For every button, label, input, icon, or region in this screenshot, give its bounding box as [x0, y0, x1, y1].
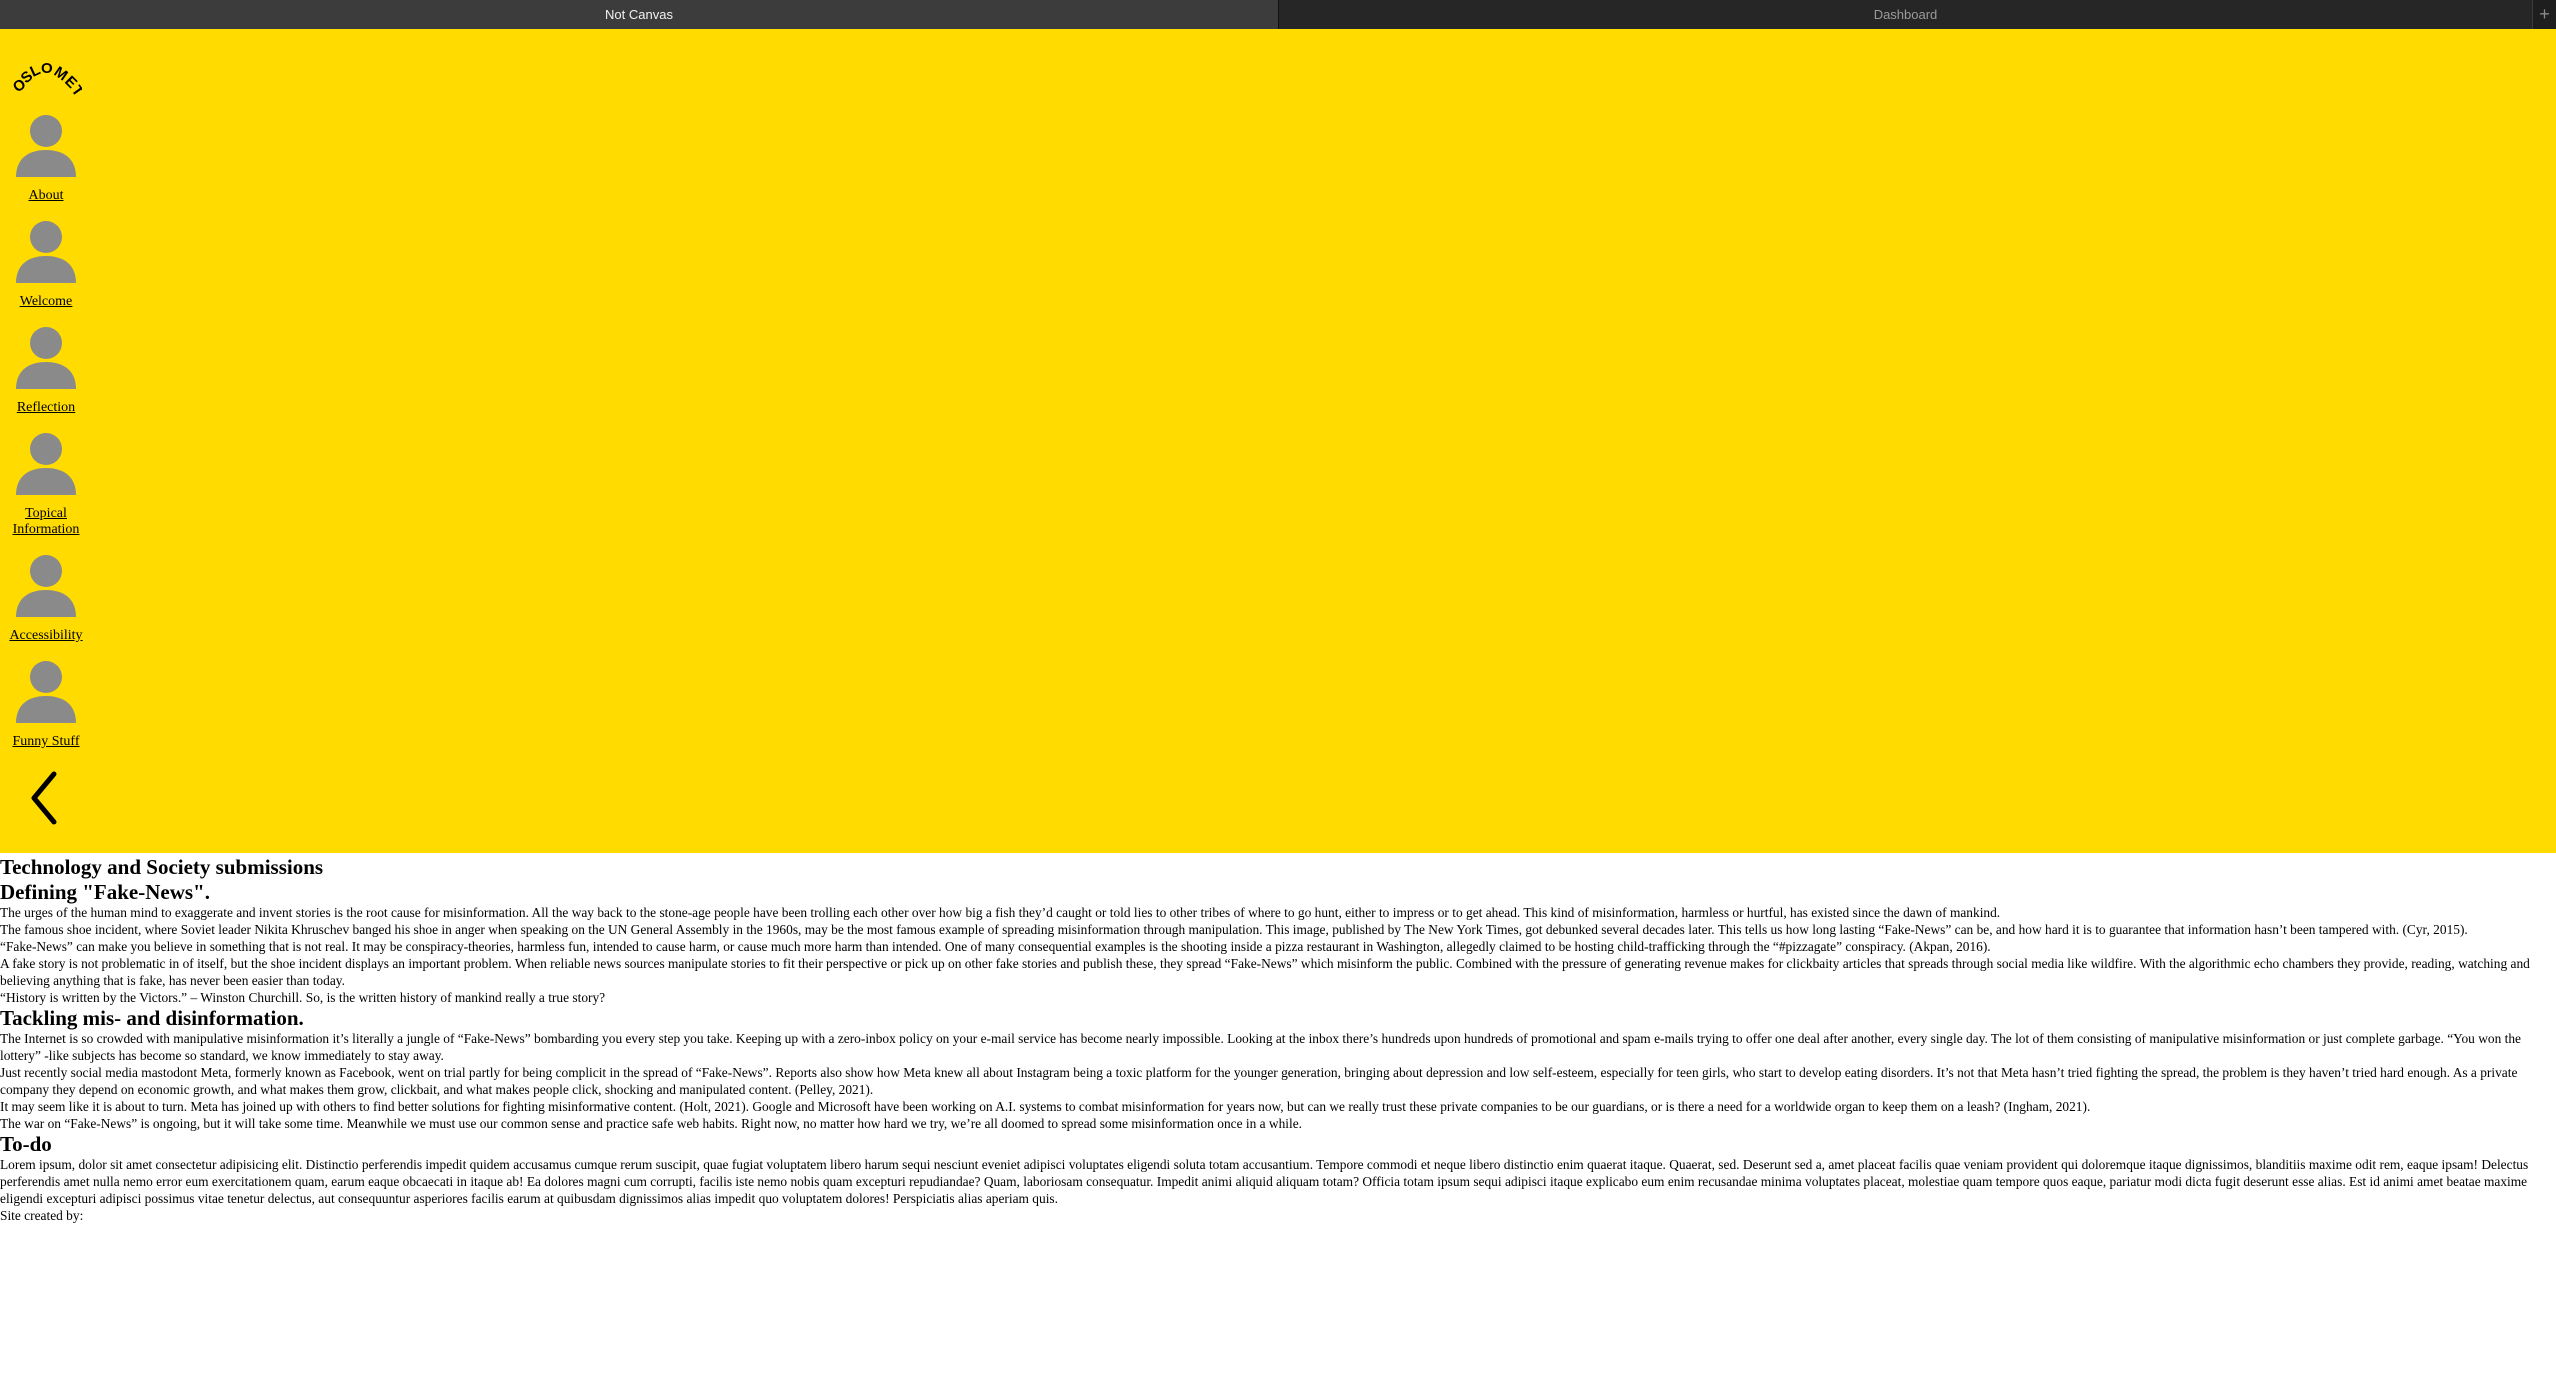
user-avatar-icon — [16, 115, 76, 177]
tab-dashboard[interactable]: Dashboard — [1279, 0, 2533, 29]
paragraph: The famous shoe incident, where Soviet l… — [0, 922, 2468, 937]
svg-text:O: O — [41, 60, 53, 77]
paragraph: The urges of the human mind to exaggerat… — [0, 905, 2001, 920]
nav-item-label: Welcome — [19, 294, 73, 309]
nav-item-funny-stuff[interactable]: Funny Stuff — [0, 659, 92, 750]
side-navigation: O S L O M E T About Welcome Reflection T… — [0, 29, 2556, 853]
paragraph: “History is written by the Victors.” – W… — [0, 990, 606, 1005]
section-to-do: To-do Lorem ipsum, dolor sit amet consec… — [0, 1132, 2556, 1207]
section-tackling-misinformation: Tackling mis- and disinformation. The In… — [0, 1006, 2556, 1132]
nav-item-accessibility[interactable]: Accessibility — [0, 553, 92, 644]
section-heading: Defining "Fake-News". — [0, 880, 210, 904]
paragraph: The Internet is so crowded with manipula… — [0, 1031, 2521, 1063]
oslomet-logo[interactable]: O S L O M E T — [12, 49, 82, 109]
section-defining-fake-news: Defining "Fake-News". The urges of the h… — [0, 880, 2556, 1006]
paragraph: The war on “Fake-News” is ongoing, but i… — [0, 1116, 1303, 1131]
user-avatar-icon — [16, 555, 76, 617]
chevron-left-icon[interactable] — [26, 770, 62, 826]
nav-item-label: Accessibility — [9, 628, 83, 643]
nav-item-about[interactable]: About — [0, 113, 92, 204]
paragraph: Just recently social media mastodont Met… — [0, 1065, 2518, 1097]
user-avatar-icon — [16, 221, 76, 283]
nav-item-topical-information[interactable]: Topical Information — [2, 431, 90, 538]
nav-item-label: Reflection — [16, 400, 76, 415]
user-avatar-icon — [16, 661, 76, 723]
nav-item-label: About — [28, 188, 64, 203]
main-content: Technology and Society submissions Defin… — [0, 853, 2556, 1224]
tab-not-canvas[interactable]: Not Canvas — [0, 0, 1279, 29]
site-footer: Site created by: — [0, 1208, 84, 1223]
section-heading: Tackling mis- and disinformation. — [0, 1006, 304, 1030]
paragraph: A fake story is not problematic in of it… — [0, 956, 2530, 988]
paragraph: Lorem ipsum, dolor sit amet consectetur … — [0, 1157, 2529, 1206]
browser-tab-bar: Not Canvas Dashboard + — [0, 0, 2556, 30]
new-tab-button[interactable]: + — [2533, 0, 2556, 29]
nav-item-reflection[interactable]: Reflection — [0, 325, 92, 416]
nav-item-label: Topical Information — [12, 506, 80, 537]
nav-item-welcome[interactable]: Welcome — [0, 219, 92, 310]
page-title: Technology and Society submissions — [0, 855, 324, 879]
paragraph: “Fake-News” can make you believe in some… — [0, 939, 1991, 954]
user-avatar-icon — [16, 433, 76, 495]
section-heading: To-do — [0, 1132, 52, 1156]
nav-item-label: Funny Stuff — [12, 734, 80, 749]
paragraph: It may seem like it is about to turn. Me… — [0, 1099, 2091, 1114]
user-avatar-icon — [16, 327, 76, 389]
